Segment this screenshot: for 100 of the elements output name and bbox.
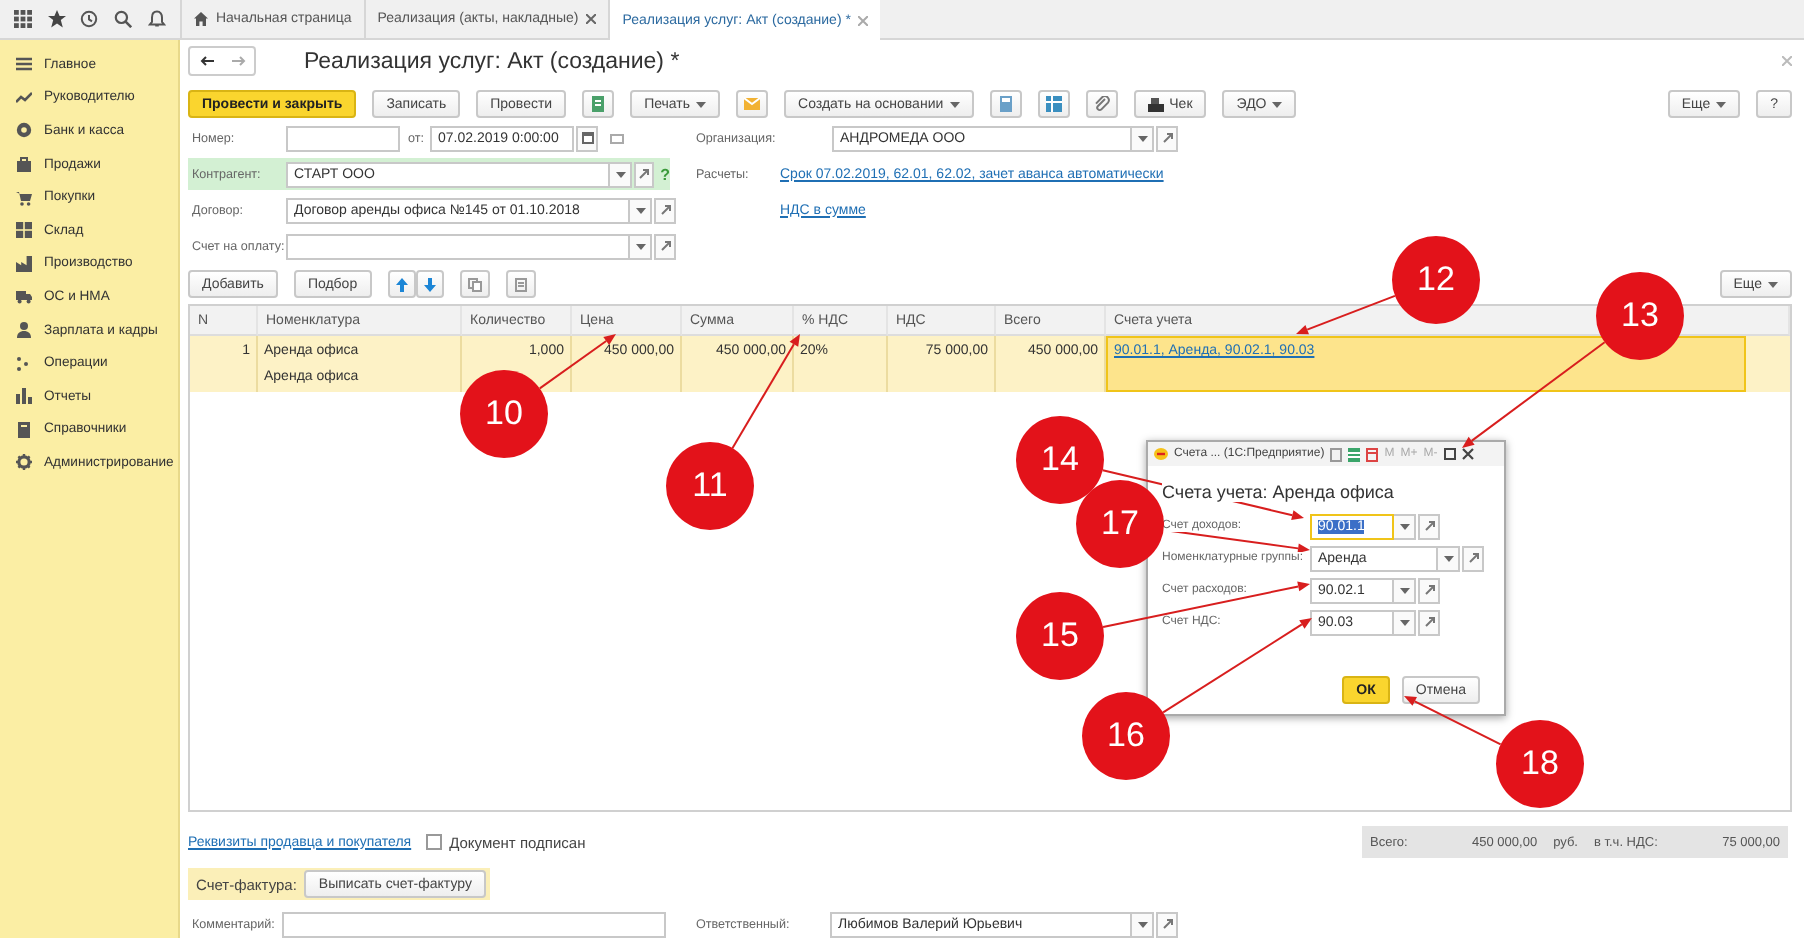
calendar-icon[interactable] — [1366, 447, 1379, 461]
close-icon[interactable] — [586, 14, 597, 24]
dropdown-button[interactable] — [610, 161, 632, 187]
calculator-icon — [997, 96, 1014, 112]
copy-icon — [467, 277, 482, 291]
dropdown-button[interactable] — [1132, 911, 1154, 937]
select-period-icon[interactable] — [610, 133, 624, 143]
arrow-down-icon — [423, 277, 436, 291]
paste-button[interactable] — [505, 270, 536, 298]
arrow-right-icon — [231, 56, 245, 66]
person-icon — [16, 322, 32, 339]
cart-icon — [16, 189, 32, 206]
caret-icon — [1399, 523, 1409, 529]
bell-icon[interactable] — [148, 10, 167, 28]
copy-button[interactable] — [459, 270, 490, 298]
caret-icon — [635, 207, 645, 213]
arrow-up-icon — [395, 277, 408, 291]
document-title: Реализация услуг: Акт (создание) * — [304, 49, 682, 73]
move-up-button[interactable] — [387, 270, 416, 298]
gear-icon — [16, 454, 32, 471]
dropdown-button[interactable] — [630, 233, 652, 259]
close-icon[interactable] — [1461, 448, 1474, 460]
dots-icon — [16, 355, 32, 372]
input-field[interactable] — [286, 125, 400, 151]
envelope-icon — [744, 96, 761, 112]
caret-icon — [1272, 101, 1283, 107]
coin-icon — [16, 122, 32, 139]
callout-number: 14 — [1016, 416, 1104, 504]
caret-icon — [635, 243, 645, 249]
search-icon[interactable] — [114, 10, 133, 28]
pointer-arrow — [1296, 294, 1396, 335]
boxes-icon — [16, 222, 32, 239]
callout-number: 13 — [1596, 272, 1684, 360]
open-button[interactable] — [1418, 577, 1440, 603]
open-button[interactable] — [1462, 545, 1484, 571]
arrow-left-icon — [199, 56, 213, 66]
app-logo-icon — [1154, 448, 1168, 460]
pointer-arrow — [1462, 341, 1606, 448]
dropdown-button[interactable] — [1438, 545, 1460, 571]
star-icon[interactable] — [47, 10, 66, 28]
link-icon — [1423, 616, 1435, 628]
paperclip-icon — [1093, 96, 1110, 112]
dropdown-button[interactable] — [630, 197, 652, 223]
callout-number: 16 — [1082, 692, 1170, 780]
history-icon[interactable] — [80, 10, 99, 28]
clipboard-icon — [513, 277, 528, 291]
caret-icon — [1443, 555, 1453, 561]
open-button[interactable] — [1418, 513, 1440, 539]
checkbox[interactable] — [425, 834, 442, 850]
dropdown-button[interactable] — [1132, 125, 1154, 151]
open-button[interactable] — [654, 197, 676, 223]
icon-button[interactable] — [1085, 90, 1118, 118]
document-icon[interactable] — [1330, 447, 1343, 461]
open-button[interactable] — [633, 161, 655, 187]
callout-number: 10 — [460, 370, 548, 458]
link-icon — [637, 168, 650, 180]
callout-number: 11 — [666, 442, 754, 530]
callout-number: 15 — [1016, 592, 1104, 680]
bar-chart-icon — [16, 388, 32, 405]
dropdown-button[interactable] — [1394, 513, 1416, 539]
table-icon — [1045, 96, 1062, 112]
caret-icon — [1716, 101, 1727, 107]
table-icon[interactable] — [1348, 447, 1361, 461]
open-button[interactable] — [1156, 125, 1178, 151]
icon-button[interactable] — [989, 90, 1022, 118]
dropdown-button[interactable] — [1394, 577, 1416, 603]
apps-grid-icon[interactable] — [13, 10, 32, 28]
caret-icon — [1137, 921, 1147, 927]
callout-number: 18 — [1496, 720, 1584, 808]
icon-button[interactable] — [582, 90, 615, 118]
calendar-icon — [581, 132, 593, 144]
calendar-button[interactable] — [576, 125, 598, 151]
link-icon — [659, 240, 671, 252]
bag-icon — [16, 156, 32, 173]
caret-icon — [949, 101, 960, 107]
caret-icon — [1137, 135, 1147, 141]
trend-line-icon — [16, 89, 32, 106]
link-icon — [1423, 584, 1435, 596]
maximize-icon[interactable] — [1443, 448, 1456, 460]
input-field[interactable] — [286, 233, 630, 259]
open-button[interactable] — [654, 233, 676, 259]
link-icon — [659, 204, 671, 216]
icon-button[interactable] — [1037, 90, 1070, 118]
truck-icon — [16, 288, 32, 305]
cash-register-icon — [1147, 97, 1164, 111]
pointer-arrow — [1404, 696, 1502, 746]
input-field[interactable] — [282, 911, 666, 937]
caret-icon — [1399, 587, 1409, 593]
caret-icon — [1399, 619, 1409, 625]
caret-icon — [696, 101, 707, 107]
home-icon — [194, 12, 208, 26]
dropdown-button[interactable] — [1394, 609, 1416, 635]
open-button[interactable] — [1156, 911, 1178, 937]
caret-icon — [615, 171, 626, 177]
book-icon — [16, 421, 32, 438]
document-icon — [590, 96, 607, 112]
link-icon — [1161, 918, 1173, 930]
caret-icon — [1768, 281, 1778, 287]
open-button[interactable] — [1418, 609, 1440, 635]
move-down-button[interactable] — [415, 270, 444, 298]
